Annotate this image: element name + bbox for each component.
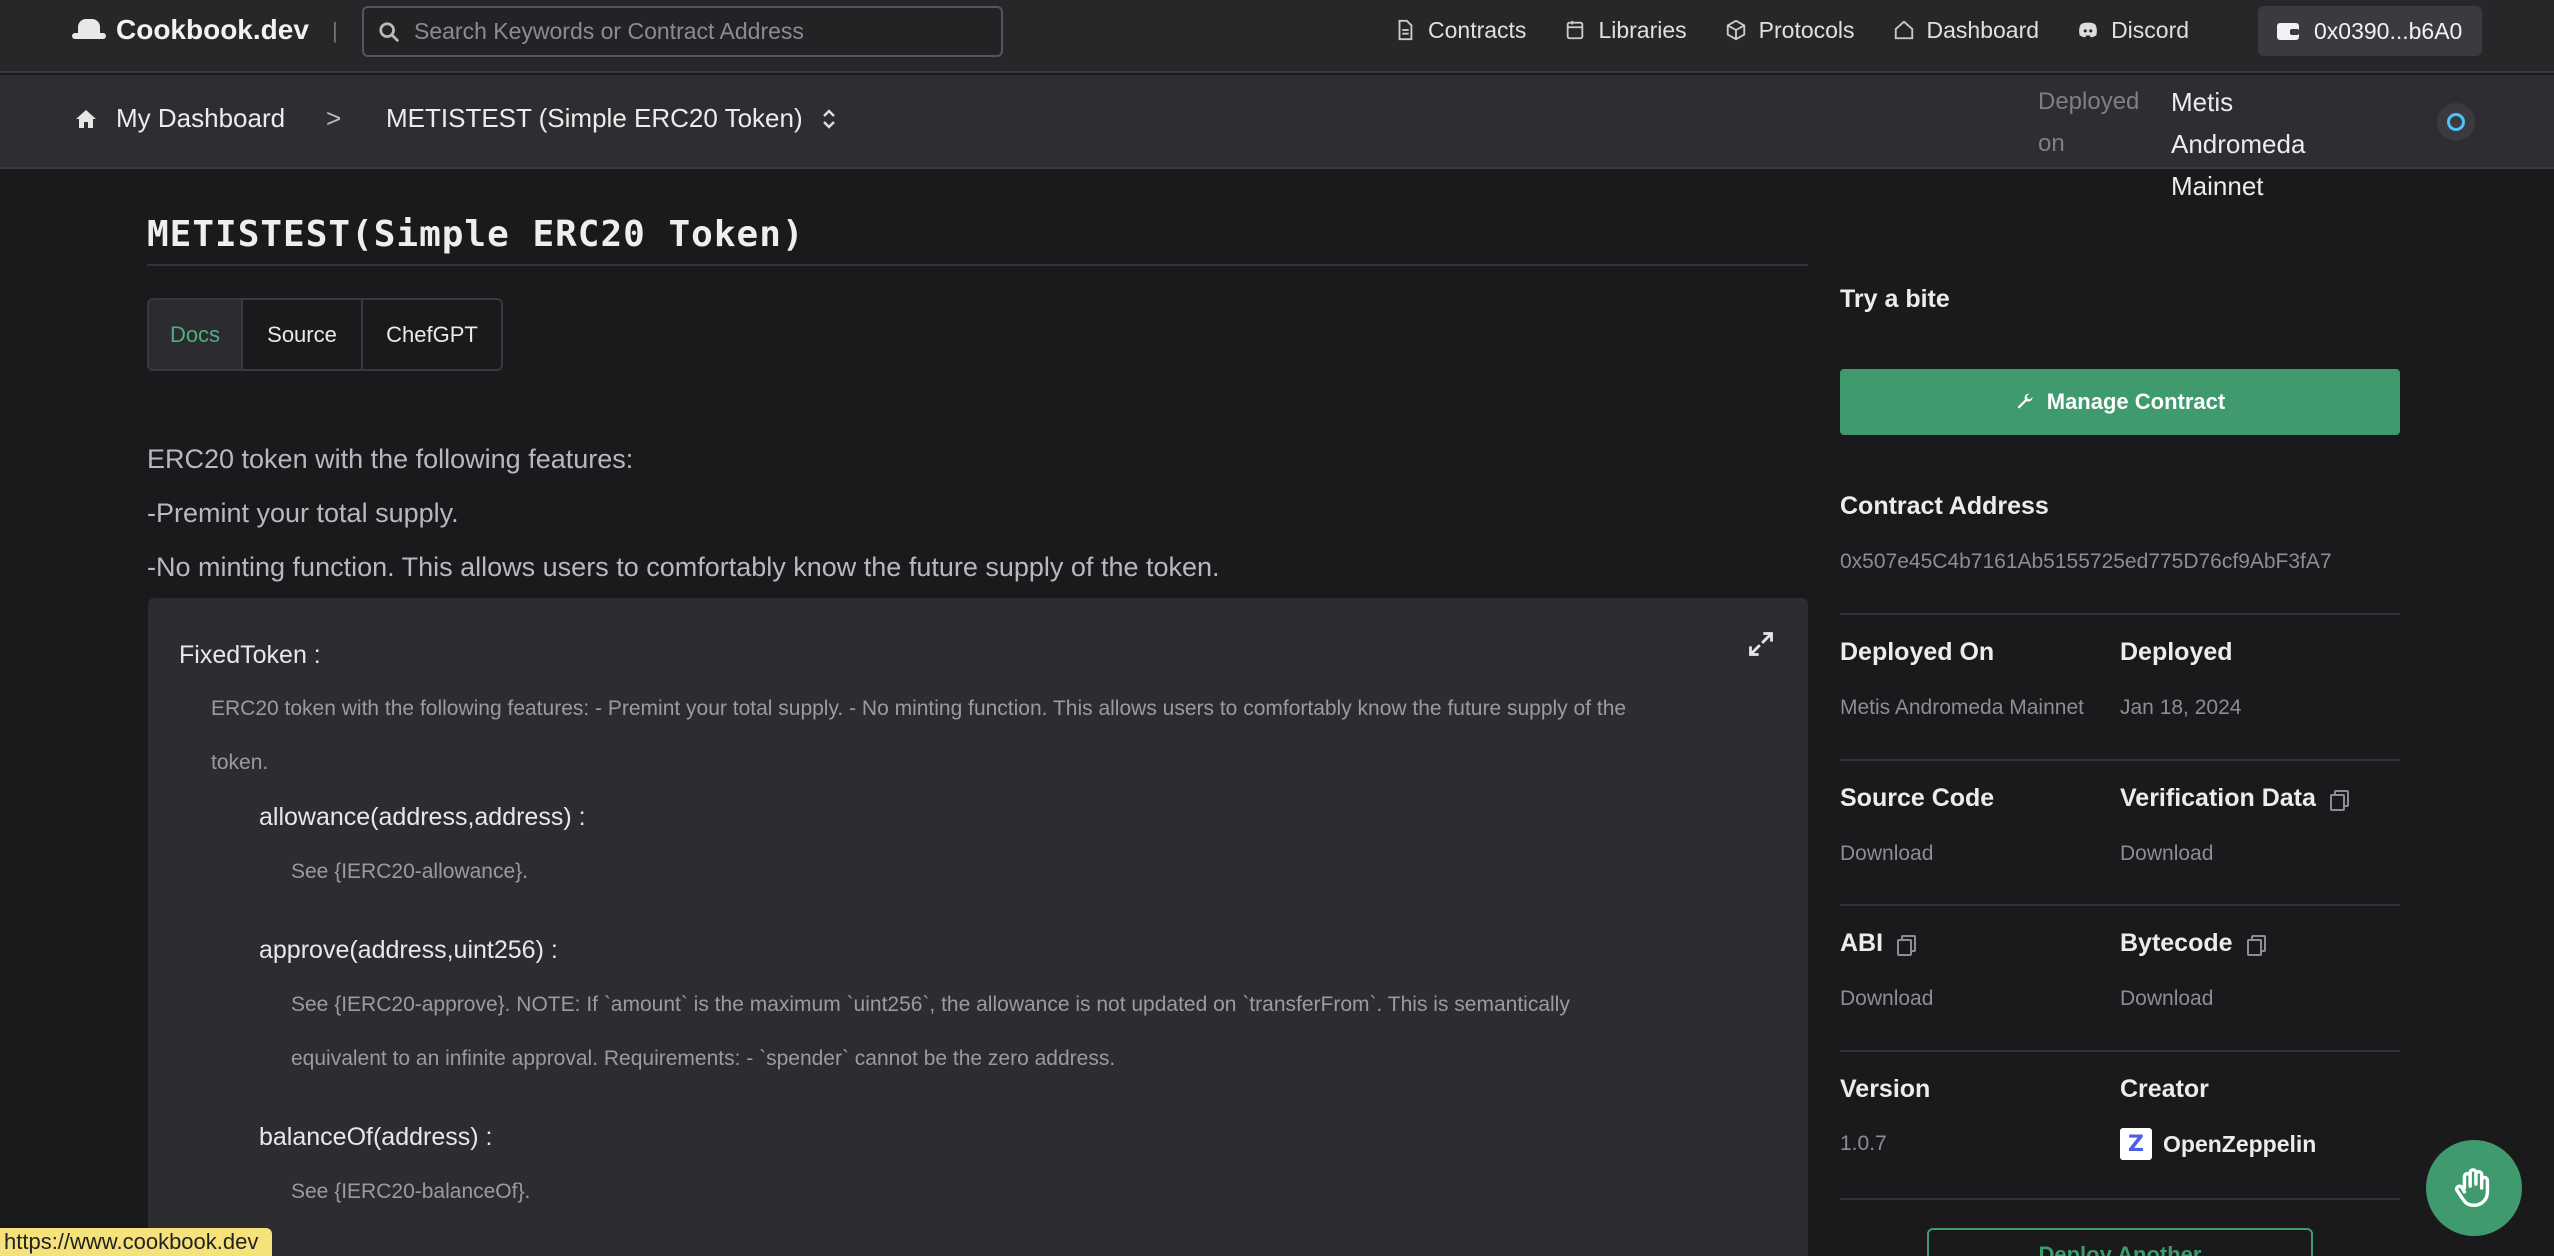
deploy-another-button[interactable]: Deploy Another: [1927, 1228, 2313, 1256]
home-icon: [76, 109, 96, 128]
bytecode-label: Bytecode: [2120, 929, 2233, 957]
abi-download[interactable]: Download: [1840, 987, 1933, 1011]
nav-discord[interactable]: Discord: [2077, 17, 2189, 44]
nav-libraries-label: Libraries: [1598, 16, 1687, 43]
tab-source[interactable]: Source: [243, 300, 363, 369]
contract-selector-label: METISTEST (Simple ERC20 Token): [386, 103, 803, 133]
deployed-network: Metis Andromeda Mainnet: [2171, 87, 2306, 201]
verification-data-heading: Verification Data: [2120, 784, 2349, 813]
contract-address-label: Contract Address: [1840, 492, 2049, 520]
network-status-icon[interactable]: [2437, 103, 2475, 141]
doc-function-signature: balanceOf(address) :: [259, 1123, 493, 1151]
intro-line: -No minting function. This allows users …: [147, 552, 1220, 582]
doc-function-desc: equivalent to an infinite approval. Requ…: [291, 1047, 1116, 1070]
source-code-download[interactable]: Download: [1840, 842, 1933, 866]
nav-contracts[interactable]: Contracts: [1394, 17, 1526, 44]
doc-function-desc: See {IERC20-balanceOf}.: [291, 1180, 531, 1203]
deployed-on-label: Deployed on: [2038, 88, 2140, 157]
bytecode-download[interactable]: Download: [2120, 987, 2213, 1011]
tab-bar: Docs Source ChefGPT: [147, 298, 503, 371]
source-code-heading: Source Code: [1840, 784, 1995, 812]
doc-contract-name: FixedToken :: [179, 641, 321, 669]
contract-selector[interactable]: METISTEST (Simple ERC20 Token): [386, 103, 837, 134]
nav-contracts-label: Contracts: [1428, 16, 1527, 43]
search-input[interactable]: [414, 18, 974, 45]
expand-icon[interactable]: [1747, 630, 1775, 658]
wrench-icon: [2017, 393, 2033, 409]
creator-name[interactable]: OpenZeppelin: [2163, 1131, 2316, 1158]
doc-contract-desc: token.: [211, 751, 269, 774]
intro-line: -Premint your total supply.: [147, 498, 459, 528]
wallet-icon: [2277, 23, 2299, 40]
copy-icon[interactable]: [2246, 935, 2266, 957]
nav-discord-label: Discord: [2111, 16, 2190, 43]
breadcrumb-home[interactable]: My Dashboard: [74, 103, 285, 134]
nav-links: Contracts Libraries Protocols Dashboard …: [1394, 10, 2189, 50]
page-title: METISTEST(Simple ERC20 Token): [147, 214, 805, 255]
intro-line: ERC20 token with the following features:: [147, 444, 634, 474]
wallet-button[interactable]: 0x0390...b6A0: [2258, 6, 2482, 56]
abi-label: ABI: [1840, 929, 1884, 957]
breadcrumb-bar: My Dashboard > METISTEST (Simple ERC20 T…: [0, 75, 2554, 201]
discord-icon: [2079, 22, 2097, 38]
verification-data-download[interactable]: Download: [2120, 842, 2213, 866]
nav-protocols-label: Protocols: [1758, 16, 1855, 43]
wallet-address: 0x0390...b6A0: [2314, 17, 2463, 44]
doc-function-desc: See {IERC20-approve}. NOTE: If `amount` …: [291, 993, 1570, 1016]
openzeppelin-logo: Z: [2120, 1128, 2152, 1160]
breadcrumb-home-label: My Dashboard: [116, 103, 286, 133]
nav-protocols[interactable]: Protocols: [1725, 17, 1855, 44]
abi-heading: ABI: [1840, 929, 1917, 958]
chef-hat-icon: [72, 19, 106, 41]
nav-dashboard-label: Dashboard: [1926, 16, 2040, 43]
divider: [1840, 1198, 2400, 1200]
breadcrumb-chevron-icon: >: [326, 103, 342, 133]
deployed-date-value: Jan 18, 2024: [2120, 696, 2242, 719]
deployed-on-value: Metis Andromeda Mainnet: [1840, 696, 2084, 719]
title-divider: [147, 264, 1808, 266]
document-icon: [1398, 19, 1413, 41]
tab-chefgpt[interactable]: ChefGPT: [363, 300, 501, 369]
verification-data-label: Verification Data: [2120, 784, 2316, 812]
bytecode-heading: Bytecode: [2120, 929, 2266, 958]
search-icon: [379, 21, 400, 42]
deployed-date-heading: Deployed: [2120, 638, 2233, 666]
copy-icon[interactable]: [1897, 935, 1917, 957]
top-navbar: Cookbook.dev | Contracts Libraries Proto…: [0, 0, 2554, 73]
copy-icon[interactable]: [2329, 790, 2349, 812]
doc-function-signature: allowance(address,address) :: [259, 803, 586, 831]
chat-support-button[interactable]: [2426, 1140, 2522, 1236]
updown-chevron-icon: [822, 108, 835, 129]
logo[interactable]: Cookbook.dev: [72, 10, 309, 50]
divider: [1840, 759, 2400, 761]
tab-docs[interactable]: Docs: [149, 300, 243, 369]
creator-heading: Creator: [2120, 1075, 2209, 1103]
doc-contract-desc: ERC20 token with the following features:…: [211, 697, 1627, 720]
version-heading: Version: [1840, 1075, 1931, 1103]
manage-contract-button[interactable]: Manage Contract: [1840, 369, 2400, 435]
divider: [1840, 1050, 2400, 1052]
nav-dashboard[interactable]: Dashboard: [1893, 16, 2040, 44]
library-icon: [1567, 20, 1584, 40]
version-value: 1.0.7: [1840, 1132, 1887, 1155]
logo-separator: |: [332, 18, 338, 43]
divider: [1840, 904, 2400, 906]
divider: [1840, 613, 2400, 615]
manage-contract-label: Manage Contract: [2046, 389, 2226, 414]
doc-function-desc: See {IERC20-allowance}.: [291, 860, 528, 883]
waving-hand-icon: [2454, 1168, 2490, 1207]
deployed-on-heading: Deployed On: [1840, 638, 1995, 666]
link-status-bar: https://www.cookbook.dev: [0, 1228, 273, 1256]
logo-text: Cookbook.dev: [116, 14, 309, 45]
cube-icon: [1726, 19, 1745, 41]
contract-address-value: 0x507e45C4b7161Ab5155725ed775D76cf9AbF3f…: [1840, 550, 2332, 573]
search-bar[interactable]: [362, 6, 1003, 57]
home-icon: [1894, 20, 1913, 40]
nav-libraries[interactable]: Libraries: [1564, 16, 1687, 44]
doc-function-signature: approve(address,uint256) :: [259, 936, 558, 964]
try-a-bite-heading: Try a bite: [1840, 285, 1950, 313]
